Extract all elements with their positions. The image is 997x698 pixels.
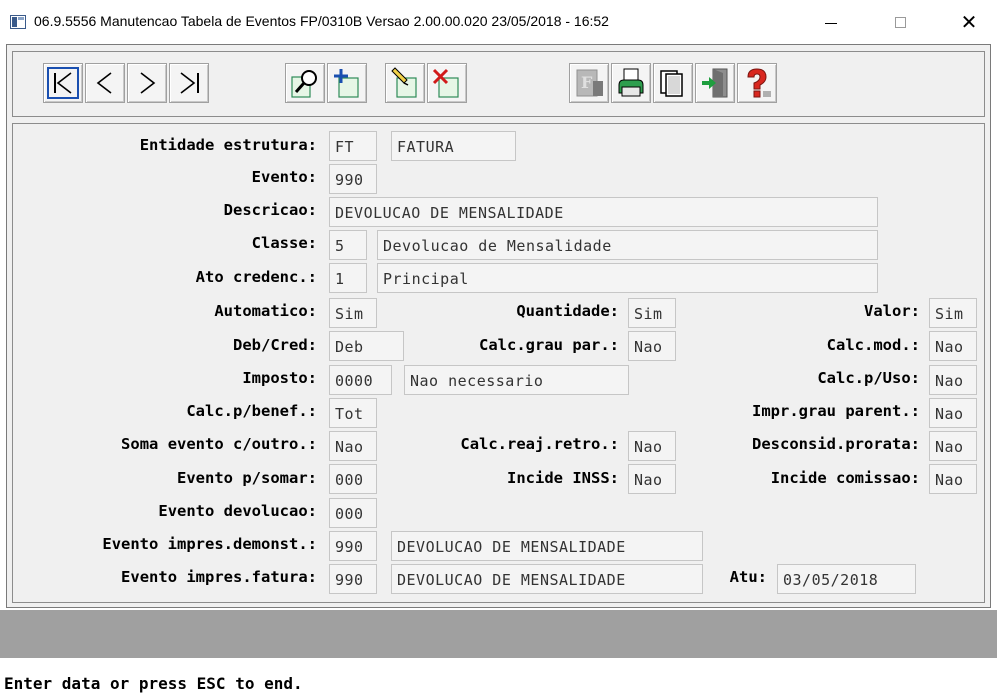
- ato-label: Ato credenc.:: [195, 268, 317, 286]
- imprgrau-field[interactable]: Nao: [929, 398, 977, 428]
- toolbar: F: [12, 51, 985, 117]
- maximize-icon: [894, 16, 906, 28]
- quantidade-label: Quantidade:: [516, 302, 619, 320]
- calcgrau-field[interactable]: Nao: [628, 331, 676, 361]
- atu-date-field: 03/05/2018: [777, 564, 916, 594]
- imposto-code-field[interactable]: 0000: [329, 365, 392, 395]
- magnifier-icon: [291, 70, 317, 98]
- impfatura-desc-field: DEVOLUCAO DE MENSALIDADE: [391, 564, 703, 594]
- entidade-label: Entidade estrutura:: [139, 136, 317, 154]
- impdemonst-desc-field: DEVOLUCAO DE MENSALIDADE: [391, 531, 703, 561]
- impdemonst-label: Evento impres.demonst.:: [102, 535, 317, 553]
- svg-text:F: F: [581, 73, 593, 92]
- impdemonst-code-field[interactable]: 990: [329, 531, 377, 561]
- close-icon: ✕: [960, 10, 978, 34]
- previous-record-button[interactable]: [85, 63, 125, 103]
- window-title: 06.9.5556 Manutencao Tabela de Eventos F…: [34, 13, 609, 29]
- desconsid-label: Desconsid.prorata:: [752, 435, 920, 453]
- printer-icon: [618, 68, 644, 97]
- minimize-button[interactable]: [808, 0, 854, 44]
- filter-icon: F: [576, 69, 603, 97]
- valor-label: Valor:: [864, 302, 920, 320]
- entidade-code-field[interactable]: FT: [329, 131, 377, 161]
- help-button[interactable]: [737, 63, 777, 103]
- help-icon: [747, 68, 771, 98]
- eventodev-label: Evento devolucao:: [158, 502, 317, 520]
- descricao-label: Descricao:: [223, 201, 317, 219]
- classe-code-field[interactable]: 5: [329, 230, 367, 260]
- first-record-button[interactable]: [43, 63, 83, 103]
- calcuso-label: Calc.p/Uso:: [817, 369, 920, 387]
- atu-label: Atu:: [729, 568, 767, 586]
- add-icon: [334, 69, 359, 98]
- last-icon: [180, 72, 199, 94]
- app-icon: [10, 15, 26, 29]
- quantidade-field[interactable]: Sim: [628, 298, 676, 328]
- impfatura-code-field[interactable]: 990: [329, 564, 377, 594]
- close-button[interactable]: ✕: [946, 0, 992, 44]
- filter-button[interactable]: F: [569, 63, 609, 103]
- automatico-label: Automatico:: [214, 302, 317, 320]
- valor-field[interactable]: Sim: [929, 298, 977, 328]
- incideinss-field[interactable]: Nao: [628, 464, 676, 494]
- previous-icon: [96, 72, 112, 94]
- search-button[interactable]: [285, 63, 325, 103]
- impfatura-label: Evento impres.fatura:: [121, 568, 317, 586]
- edit-button[interactable]: [385, 63, 425, 103]
- automatico-field[interactable]: Sim: [329, 298, 377, 328]
- calcbenef-label: Calc.p/benef.:: [186, 402, 317, 420]
- print-button[interactable]: [611, 63, 651, 103]
- calcmod-field[interactable]: Nao: [929, 331, 977, 361]
- classe-label: Classe:: [251, 234, 317, 252]
- edit-icon: [391, 67, 417, 98]
- add-button[interactable]: [327, 63, 367, 103]
- minimize-icon: [825, 22, 837, 24]
- eventosomar-field[interactable]: 000: [329, 464, 377, 494]
- title-bar: 06.9.5556 Manutencao Tabela de Eventos F…: [0, 0, 997, 44]
- imprgrau-label: Impr.grau parent.:: [752, 402, 920, 420]
- delete-icon: [432, 68, 459, 98]
- calcgrau-label: Calc.grau par.:: [479, 336, 619, 354]
- eventodev-field[interactable]: 000: [329, 498, 377, 528]
- exit-door-icon: [702, 68, 728, 98]
- next-record-button[interactable]: [127, 63, 167, 103]
- calcbenef-field[interactable]: Tot: [329, 398, 377, 428]
- exit-button[interactable]: [695, 63, 735, 103]
- soma-field[interactable]: Nao: [329, 431, 377, 461]
- calcuso-field[interactable]: Nao: [929, 365, 977, 395]
- copy-icon: [660, 70, 683, 97]
- evento-label: Evento:: [251, 168, 317, 186]
- status-bar: Enter data or press ESC to end.: [0, 658, 997, 698]
- entidade-desc-field: FATURA: [391, 131, 516, 161]
- ato-desc-field: Principal: [377, 263, 878, 293]
- debcred-field[interactable]: Deb: [329, 331, 404, 361]
- debcred-label: Deb/Cred:: [233, 336, 317, 354]
- first-icon: [47, 67, 79, 99]
- message-bar: [0, 610, 997, 658]
- maximize-button[interactable]: [877, 0, 923, 44]
- incidecom-label: Incide comissao:: [770, 469, 920, 487]
- delete-button[interactable]: [427, 63, 467, 103]
- classe-desc-field: Devolucao de Mensalidade: [377, 230, 878, 260]
- imposto-desc-field: Nao necessario: [404, 365, 629, 395]
- incidecom-field[interactable]: Nao: [929, 464, 977, 494]
- calcmod-label: Calc.mod.:: [826, 336, 920, 354]
- descricao-field[interactable]: DEVOLUCAO DE MENSALIDADE: [329, 197, 878, 227]
- calcreaj-field[interactable]: Nao: [628, 431, 676, 461]
- evento-field[interactable]: 990: [329, 164, 377, 194]
- imposto-label: Imposto:: [242, 369, 317, 387]
- incideinss-label: Incide INSS:: [507, 469, 619, 487]
- ato-code-field[interactable]: 1: [329, 263, 367, 293]
- next-icon: [140, 72, 156, 94]
- desconsid-field[interactable]: Nao: [929, 431, 977, 461]
- soma-label: Soma evento c/outro.:: [121, 435, 317, 453]
- copy-button[interactable]: [653, 63, 693, 103]
- status-text: Enter data or press ESC to end.: [4, 674, 303, 693]
- last-record-button[interactable]: [169, 63, 209, 103]
- eventosomar-label: Evento p/somar:: [177, 469, 317, 487]
- calcreaj-label: Calc.reaj.retro.:: [460, 435, 619, 453]
